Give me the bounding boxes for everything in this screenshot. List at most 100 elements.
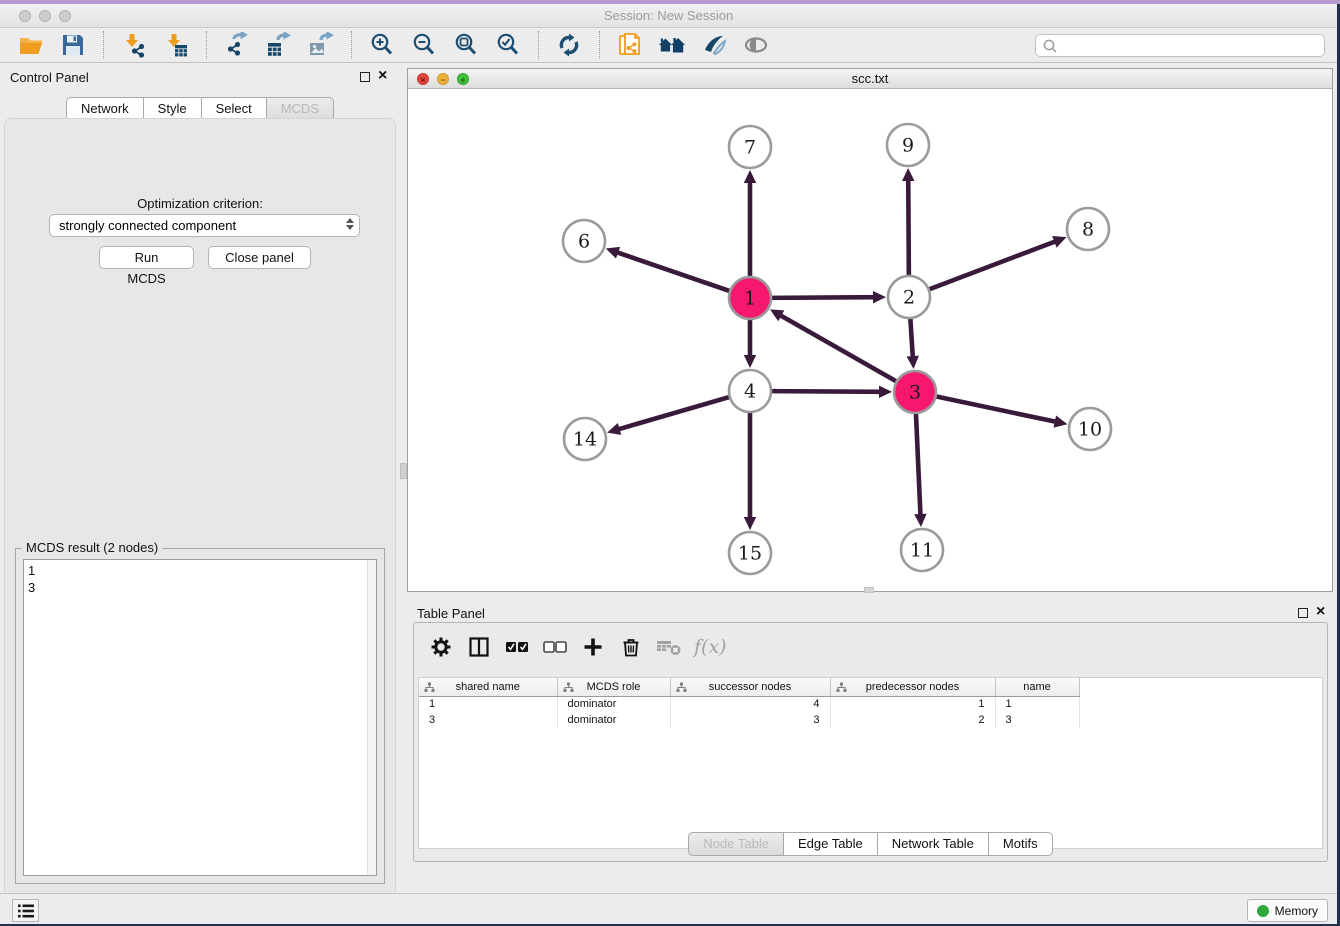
mcds-result-title: MCDS result (2 nodes) (22, 540, 162, 555)
graph-edge-4-14[interactable] (607, 396, 732, 435)
network-file-icon[interactable] (616, 31, 644, 59)
open-session-icon[interactable] (17, 31, 45, 59)
column-header-successor-nodes[interactable]: successor nodes (670, 678, 830, 696)
table-tab-network-table[interactable]: Network Table (878, 832, 989, 856)
network-window-title: scc.txt (408, 71, 1332, 86)
search-icon (1041, 37, 1059, 55)
column-header-predecessor-nodes[interactable]: predecessor nodes (830, 678, 995, 696)
control-panel-title: Control Panel (10, 70, 89, 85)
graph-node-7[interactable]: 7 (729, 126, 771, 168)
table-cell[interactable]: dominator (557, 696, 670, 712)
style-preview-icon[interactable] (700, 31, 728, 59)
mcds-result-scrollbar[interactable] (367, 560, 376, 875)
select-all-columns-icon[interactable] (502, 632, 532, 662)
task-history-button[interactable] (12, 899, 39, 922)
zoom-in-icon[interactable] (368, 31, 396, 59)
table-tab-edge-table[interactable]: Edge Table (784, 832, 878, 856)
node-table[interactable]: shared nameMCDS rolesuccessor nodesprede… (418, 677, 1323, 849)
graph-node-14[interactable]: 14 (564, 418, 606, 460)
home-icon[interactable] (658, 31, 686, 59)
graph-node-11[interactable]: 11 (901, 529, 943, 571)
table-cell[interactable]: 1 (419, 696, 557, 712)
column-header-MCDS-role[interactable]: MCDS role (557, 678, 670, 696)
table-tab-node-table[interactable]: Node Table (688, 832, 784, 856)
graph-node-6[interactable]: 6 (563, 220, 605, 262)
graph-edge-3-11[interactable] (914, 411, 926, 527)
graph-node-3[interactable]: 3 (894, 371, 936, 413)
graph-edge-4-15[interactable] (744, 410, 756, 530)
table-cell[interactable]: 3 (419, 712, 557, 728)
network-view-window: × − + scc.txt 1 2 3 4 6 7 8 9 10 11 14 15 (407, 68, 1333, 592)
node-label: 10 (1078, 419, 1102, 441)
graph-edge-3-1[interactable] (770, 309, 899, 382)
zoom-out-icon[interactable] (410, 31, 438, 59)
create-column-icon[interactable] (578, 632, 608, 662)
graph-node-9[interactable]: 9 (887, 124, 929, 166)
network-canvas[interactable]: 1 2 3 4 6 7 8 9 10 11 14 15 (408, 90, 1332, 591)
node-label: 3 (909, 382, 921, 404)
table-cell[interactable]: 4 (670, 696, 830, 712)
memory-button[interactable]: Memory (1247, 899, 1328, 922)
graph-edge-4-3[interactable] (769, 386, 892, 398)
table-cell[interactable]: 1 (830, 696, 995, 712)
table-toolbar: f(x) (422, 627, 727, 667)
list-icon (17, 903, 35, 919)
graph-edge-1-6[interactable] (606, 247, 732, 292)
graph-edge-2-9[interactable] (902, 168, 914, 278)
show-columns-icon[interactable] (464, 632, 494, 662)
column-header-name[interactable]: name (995, 678, 1079, 696)
table-cell[interactable]: 3 (995, 712, 1079, 728)
float-panel-icon[interactable] (360, 72, 370, 82)
import-network-icon[interactable] (120, 31, 148, 59)
graph-node-15[interactable]: 15 (729, 532, 771, 574)
graph-edge-1-4[interactable] (744, 317, 756, 368)
graph-edge-1-7[interactable] (744, 170, 756, 279)
search-input[interactable] (1059, 39, 1324, 53)
run-mcds-button[interactable]: Run MCDS (99, 246, 194, 269)
table-cell[interactable]: 1 (995, 696, 1079, 712)
table-tab-motifs[interactable]: Motifs (989, 832, 1053, 856)
canvas-scroll-handle[interactable] (864, 587, 874, 593)
delete-column-icon[interactable] (616, 632, 646, 662)
close-panel-button[interactable]: Close panel (208, 246, 311, 269)
splitter-handle[interactable] (400, 463, 407, 479)
float-table-panel-icon[interactable] (1298, 608, 1308, 618)
zoom-selected-icon[interactable] (494, 31, 522, 59)
graph-node-10[interactable]: 10 (1069, 408, 1111, 450)
export-image-icon[interactable] (307, 31, 335, 59)
close-table-panel-icon[interactable]: × (1316, 603, 1325, 621)
refresh-icon[interactable] (555, 31, 583, 59)
zoom-fit-icon[interactable] (452, 31, 480, 59)
graph-node-8[interactable]: 8 (1067, 208, 1109, 250)
mcds-result-group: MCDS result (2 nodes) 1 3 (15, 548, 385, 884)
table-cell[interactable]: 2 (830, 712, 995, 728)
graph-node-1[interactable]: 1 (729, 277, 771, 319)
function-builder-icon: f(x) (694, 636, 727, 658)
criterion-select[interactable]: strongly connected component (49, 214, 360, 237)
graph-edge-3-10[interactable] (934, 396, 1068, 428)
import-table-icon[interactable] (162, 31, 190, 59)
close-panel-icon[interactable]: × (378, 67, 387, 85)
table-row[interactable]: 1dominator411 (419, 696, 1079, 712)
save-session-icon[interactable] (59, 31, 87, 59)
table-cell[interactable]: dominator (557, 712, 670, 728)
show-hide-icon[interactable] (742, 31, 770, 59)
graph-node-4[interactable]: 4 (729, 370, 771, 412)
table-settings-icon[interactable] (426, 632, 456, 662)
network-window-titlebar: × − + scc.txt (408, 69, 1332, 89)
desktop-top-strip (0, 0, 1340, 4)
export-network-icon[interactable] (223, 31, 251, 59)
table-row[interactable]: 3dominator323 (419, 712, 1079, 728)
deselect-all-columns-icon[interactable] (540, 632, 570, 662)
table-cell[interactable]: 3 (670, 712, 830, 728)
graph-edge-2-8[interactable] (927, 236, 1067, 290)
graph-edge-1-2[interactable] (769, 291, 886, 303)
node-label: 1 (744, 288, 756, 310)
toolbar-separator (599, 31, 600, 59)
mcds-result-textarea[interactable]: 1 3 (23, 559, 377, 876)
search-box[interactable] (1035, 34, 1325, 57)
column-header-shared-name[interactable]: shared name (419, 678, 557, 696)
graph-edge-2-3[interactable] (907, 316, 919, 369)
export-table-icon[interactable] (265, 31, 293, 59)
graph-node-2[interactable]: 2 (888, 276, 930, 318)
